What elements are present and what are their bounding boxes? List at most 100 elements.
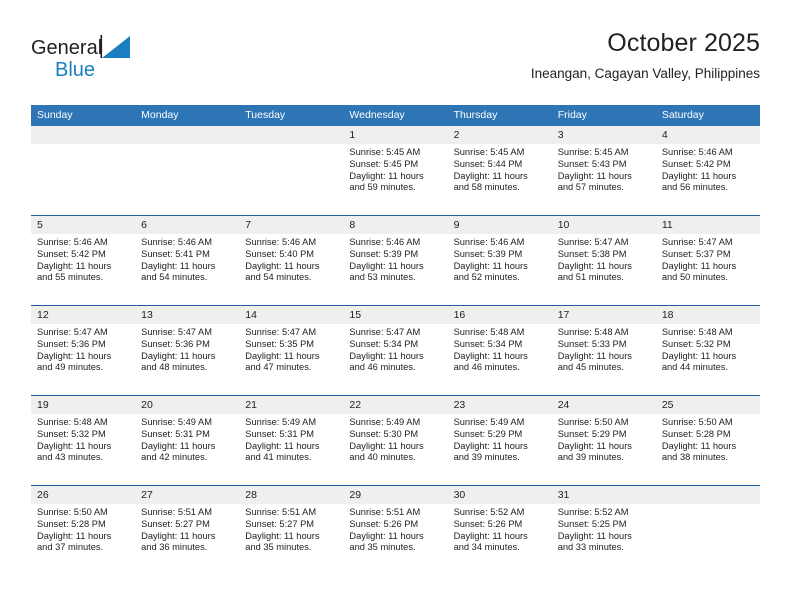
day-details: Sunrise: 5:47 AM Sunset: 5:36 PM Daylight:… [31,324,135,374]
sunset-text: Sunset: 5:36 PM [141,338,210,349]
calendar-day-cell[interactable]: 11 Sunrise: 5:47 AM Sunset: 5:37 PM Dayligh… [655,215,760,306]
weekday-header-thursday: Thursday [447,105,552,126]
calendar-day-cell[interactable]: 1 Sunrise: 5:45 AM Sunset: 5:45 PM Daylight… [343,126,448,216]
calendar-day-cell[interactable]: 13 Sunrise: 5:47 AM Sunset: 5:36 PM Dayligh… [135,305,240,396]
calendar-day-cell[interactable]: 4 Sunrise: 5:46 AM Sunset: 5:42 PM Daylight… [655,126,760,216]
calendar-day-cell[interactable]: 20 Sunrise: 5:49 AM Sunset: 5:31 PM Dayligh… [135,395,240,486]
calendar-day-cell[interactable]: 8 Sunrise: 5:46 AM Sunset: 5:39 PM Daylight… [343,215,448,306]
day-details: Sunrise: 5:46 AM Sunset: 5:42 PM Daylight:… [656,144,760,194]
calendar-day-cell[interactable]: 18 Sunrise: 5:48 AM Sunset: 5:32 PM Dayligh… [655,305,760,396]
day-details: Sunrise: 5:50 AM Sunset: 5:29 PM Daylight:… [552,414,656,464]
calendar-day-cell[interactable]: 16 Sunrise: 5:48 AM Sunset: 5:34 PM Dayligh… [447,305,552,396]
calendar-day-cell[interactable]: 21 Sunrise: 5:49 AM Sunset: 5:31 PM Dayligh… [239,395,344,486]
day-number: 31 [551,486,656,504]
sunrise-text: Sunrise: 5:48 AM [453,327,525,337]
calendar-day-cell[interactable]: 28 Sunrise: 5:51 AM Sunset: 5:27 PM Dayligh… [239,485,344,575]
calendar-day-cell[interactable]: 5 Sunrise: 5:46 AM Sunset: 5:42 PM Daylight… [31,215,136,306]
calendar-day-cell[interactable]: 3 Sunrise: 5:45 AM Sunset: 5:43 PM Daylight… [551,126,656,216]
sunset-text: Sunset: 5:37 PM [661,248,731,259]
page-title: October 2025 [607,29,760,57]
calendar-day-cell[interactable]: 30 Sunrise: 5:52 AM Sunset: 5:26 PM Dayligh… [447,485,552,575]
weekday-header-saturday: Saturday [655,105,760,126]
calendar-day-cell[interactable]: 23 Sunrise: 5:49 AM Sunset: 5:29 PM Dayligh… [447,395,552,486]
calendar-day-cell[interactable]: 31 Sunrise: 5:52 AM Sunset: 5:25 PM Dayligh… [551,485,656,575]
sunset-text: Sunset: 5:45 PM [349,158,419,169]
sunset-text: Sunset: 5:34 PM [349,338,419,349]
day-number: 14 [239,306,344,324]
day-details: Sunrise: 5:48 AM Sunset: 5:32 PM Daylight:… [656,324,760,374]
daylight-text-line1: Daylight: 11 hours [37,530,112,541]
sunrise-text: Sunrise: 5:49 AM [245,417,317,427]
day-details: Sunrise: 5:50 AM Sunset: 5:28 PM Daylight:… [656,414,760,464]
daylight-text-line1: Daylight: 11 hours [141,260,216,271]
calendar-day-cell[interactable]: 9 Sunrise: 5:46 AM Sunset: 5:39 PM Daylight… [447,215,552,306]
sunrise-text: Sunrise: 5:50 AM [661,417,733,427]
day-details: Sunrise: 5:45 AM Sunset: 5:44 PM Daylight:… [448,144,552,194]
day-details: Sunrise: 5:49 AM Sunset: 5:31 PM Daylight:… [135,414,239,464]
day-details: Sunrise: 5:48 AM Sunset: 5:33 PM Daylight:… [552,324,656,374]
daylight-text-line2: and 53 minutes. [349,272,416,283]
calendar-day-cell[interactable]: 10 Sunrise: 5:47 AM Sunset: 5:38 PM Dayligh… [551,215,656,306]
calendar-day-cell[interactable]: 27 Sunrise: 5:51 AM Sunset: 5:27 PM Dayligh… [135,485,240,575]
day-number: 26 [31,486,136,504]
sunrise-text: Sunrise: 5:48 AM [557,327,629,337]
calendar-day-cell[interactable]: 19 Sunrise: 5:48 AM Sunset: 5:32 PM Dayligh… [31,395,136,486]
day-number: 4 [655,126,760,144]
calendar-day-cell[interactable]: 22 Sunrise: 5:49 AM Sunset: 5:30 PM Dayligh… [343,395,448,486]
day-number: 8 [343,216,448,234]
daylight-text-line1: Daylight: 11 hours [245,350,320,361]
sunrise-text: Sunrise: 5:46 AM [349,237,421,247]
daylight-text-line2: and 35 minutes. [245,542,312,553]
day-number: 6 [135,216,240,234]
calendar-day-cell[interactable]: 14 Sunrise: 5:47 AM Sunset: 5:35 PM Dayligh… [239,305,344,396]
calendar-day-cell[interactable]: 6 Sunrise: 5:46 AM Sunset: 5:41 PM Daylight… [135,215,240,306]
daylight-text-line1: Daylight: 11 hours [557,170,632,181]
sunset-text: Sunset: 5:25 PM [557,518,627,529]
sunrise-text: Sunrise: 5:52 AM [557,507,629,517]
calendar-day-cell[interactable]: 29 Sunrise: 5:51 AM Sunset: 5:26 PM Dayligh… [343,485,448,575]
calendar-day-cell[interactable]: 2 Sunrise: 5:45 AM Sunset: 5:44 PM Daylight… [447,126,552,216]
weekday-header-sunday: Sunday [31,105,136,126]
daylight-text-line2: and 35 minutes. [349,542,416,553]
daylight-text-line2: and 42 minutes. [141,452,208,463]
calendar-day-cell[interactable]: 24 Sunrise: 5:50 AM Sunset: 5:29 PM Dayligh… [551,395,656,486]
daylight-text-line2: and 46 minutes. [349,362,416,373]
calendar-day-cell[interactable]: 7 Sunrise: 5:46 AM Sunset: 5:40 PM Daylight… [239,215,344,306]
sunset-text: Sunset: 5:29 PM [453,428,523,439]
weekday-header-monday: Monday [135,105,240,126]
day-number: 20 [135,396,240,414]
general-blue-logo[interactable]: General Blue [31,34,141,82]
sunrise-text: Sunrise: 5:49 AM [141,417,212,427]
day-number: 13 [135,306,240,324]
daylight-text-line2: and 38 minutes. [661,452,728,463]
sunrise-text: Sunrise: 5:49 AM [453,417,525,427]
day-number: 21 [239,396,344,414]
sunset-text: Sunset: 5:40 PM [245,248,315,259]
day-number: 10 [551,216,656,234]
daylight-text-line1: Daylight: 11 hours [453,350,528,361]
daylight-text-line1: Daylight: 11 hours [661,350,737,361]
sunrise-text: Sunrise: 5:47 AM [557,237,629,247]
sunset-text: Sunset: 5:28 PM [37,518,106,529]
day-number: 18 [655,306,760,324]
daylight-text-line2: and 44 minutes. [661,362,728,373]
daylight-text-line2: and 39 minutes. [557,452,624,463]
sunset-text: Sunset: 5:42 PM [661,158,731,169]
day-details: Sunrise: 5:51 AM Sunset: 5:27 PM Daylight:… [239,504,343,554]
daylight-text-line2: and 39 minutes. [453,452,520,463]
sunset-text: Sunset: 5:30 PM [349,428,419,439]
page-subtitle: Ineangan, Cagayan Valley, Philippines [530,66,760,81]
daylight-text-line1: Daylight: 11 hours [453,440,528,451]
calendar-day-cell[interactable]: 15 Sunrise: 5:47 AM Sunset: 5:34 PM Dayligh… [343,305,448,396]
calendar-day-cell[interactable]: 17 Sunrise: 5:48 AM Sunset: 5:33 PM Dayligh… [551,305,656,396]
calendar-day-cell[interactable]: 26 Sunrise: 5:50 AM Sunset: 5:28 PM Dayligh… [31,485,136,575]
daylight-text-line2: and 56 minutes. [661,182,728,193]
calendar-day-cell[interactable]: 12 Sunrise: 5:47 AM Sunset: 5:36 PM Dayligh… [31,305,136,396]
calendar-header-row: Sunday Monday Tuesday Wednesday Thursday… [31,105,760,126]
day-number: 30 [447,486,552,504]
sunset-text: Sunset: 5:28 PM [661,428,731,439]
day-details: Sunrise: 5:46 AM Sunset: 5:42 PM Daylight:… [31,234,135,284]
daylight-text-line1: Daylight: 11 hours [141,350,216,361]
calendar-day-cell[interactable]: 25 Sunrise: 5:50 AM Sunset: 5:28 PM Dayligh… [655,395,760,486]
day-number: 11 [655,216,760,234]
